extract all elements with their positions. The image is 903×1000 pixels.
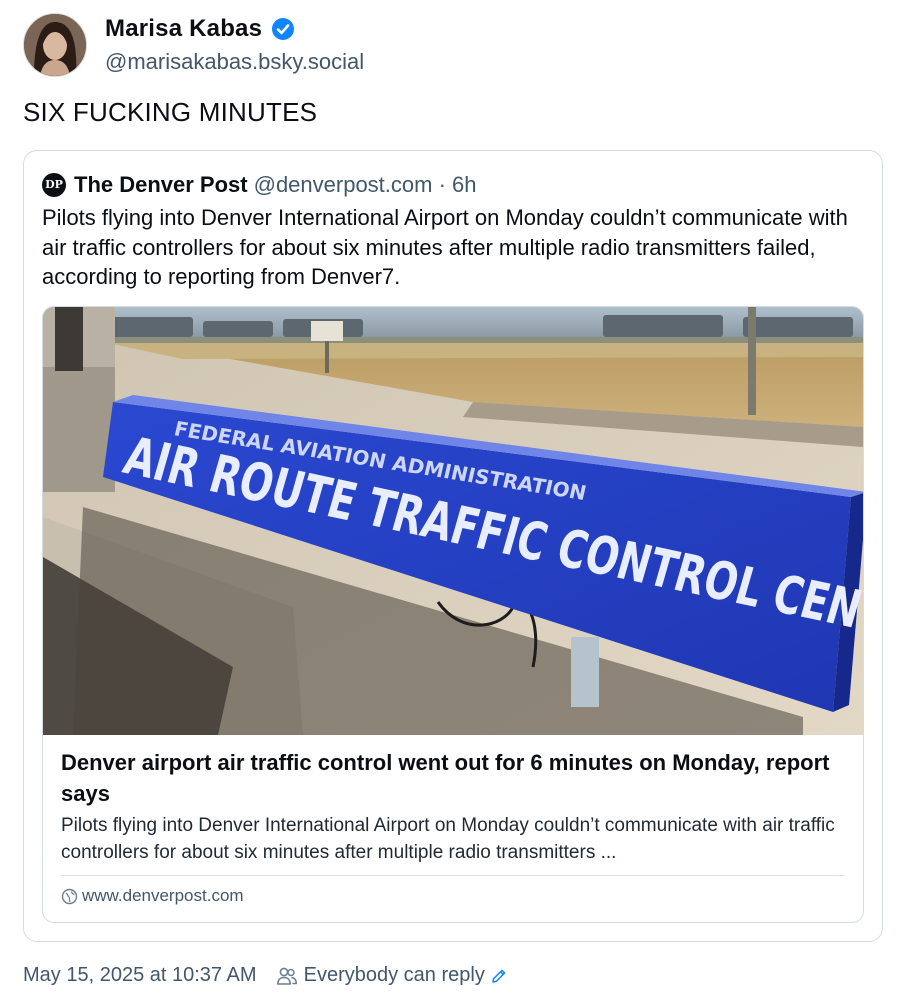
avatar-photo (24, 14, 86, 76)
quoted-author-name[interactable]: The Denver Post (74, 172, 248, 197)
link-preview-domain[interactable]: www.denverpost.com (61, 886, 244, 906)
post-text: SIX FUCKING MINUTES (23, 97, 318, 127)
pencil-icon (492, 969, 506, 983)
link-preview-description: Pilots flying into Denver International … (61, 815, 835, 863)
post-footer: May 15, 2025 at 10:37 AM Everybody can r… (23, 964, 508, 987)
link-preview-domain-text: www.denverpost.com (82, 886, 244, 905)
denver-post-logo-icon: DP (42, 173, 66, 198)
quoted-author-handle[interactable]: @denverpost.com · 6h (254, 172, 477, 197)
people-icon (277, 967, 298, 985)
author-handle[interactable]: @marisakabas.bsky.social (105, 49, 364, 75)
reply-setting-button[interactable]: Everybody can reply (276, 964, 508, 986)
link-preview-title[interactable]: Denver airport air traffic control went … (61, 747, 841, 809)
globe-icon (61, 888, 78, 905)
verified-badge-icon[interactable] (271, 17, 295, 41)
author-avatar[interactable] (23, 13, 87, 77)
reply-setting-label: Everybody can reply (303, 964, 485, 987)
link-preview-card[interactable]: FEDERAL AVIATION ADMINISTRATION AIR ROUT… (42, 306, 864, 923)
link-preview-image: FEDERAL AVIATION ADMINISTRATION AIR ROUT… (43, 307, 863, 735)
post-header: Marisa Kabas @marisakabas.bsky.social (23, 13, 883, 79)
post-timestamp[interactable]: May 15, 2025 at 10:37 AM (23, 964, 257, 986)
quoted-post-text: Pilots flying into Denver International … (42, 205, 848, 289)
author-name-row: Marisa Kabas (105, 15, 295, 43)
card-divider (61, 875, 845, 876)
author-display-name[interactable]: Marisa Kabas (105, 15, 262, 43)
quoted-post[interactable]: DP The Denver Post @denverpost.com · 6h Pi… (23, 150, 883, 942)
quoted-post-header: DP The Denver Post @denverpost.com · 6h (42, 171, 477, 198)
